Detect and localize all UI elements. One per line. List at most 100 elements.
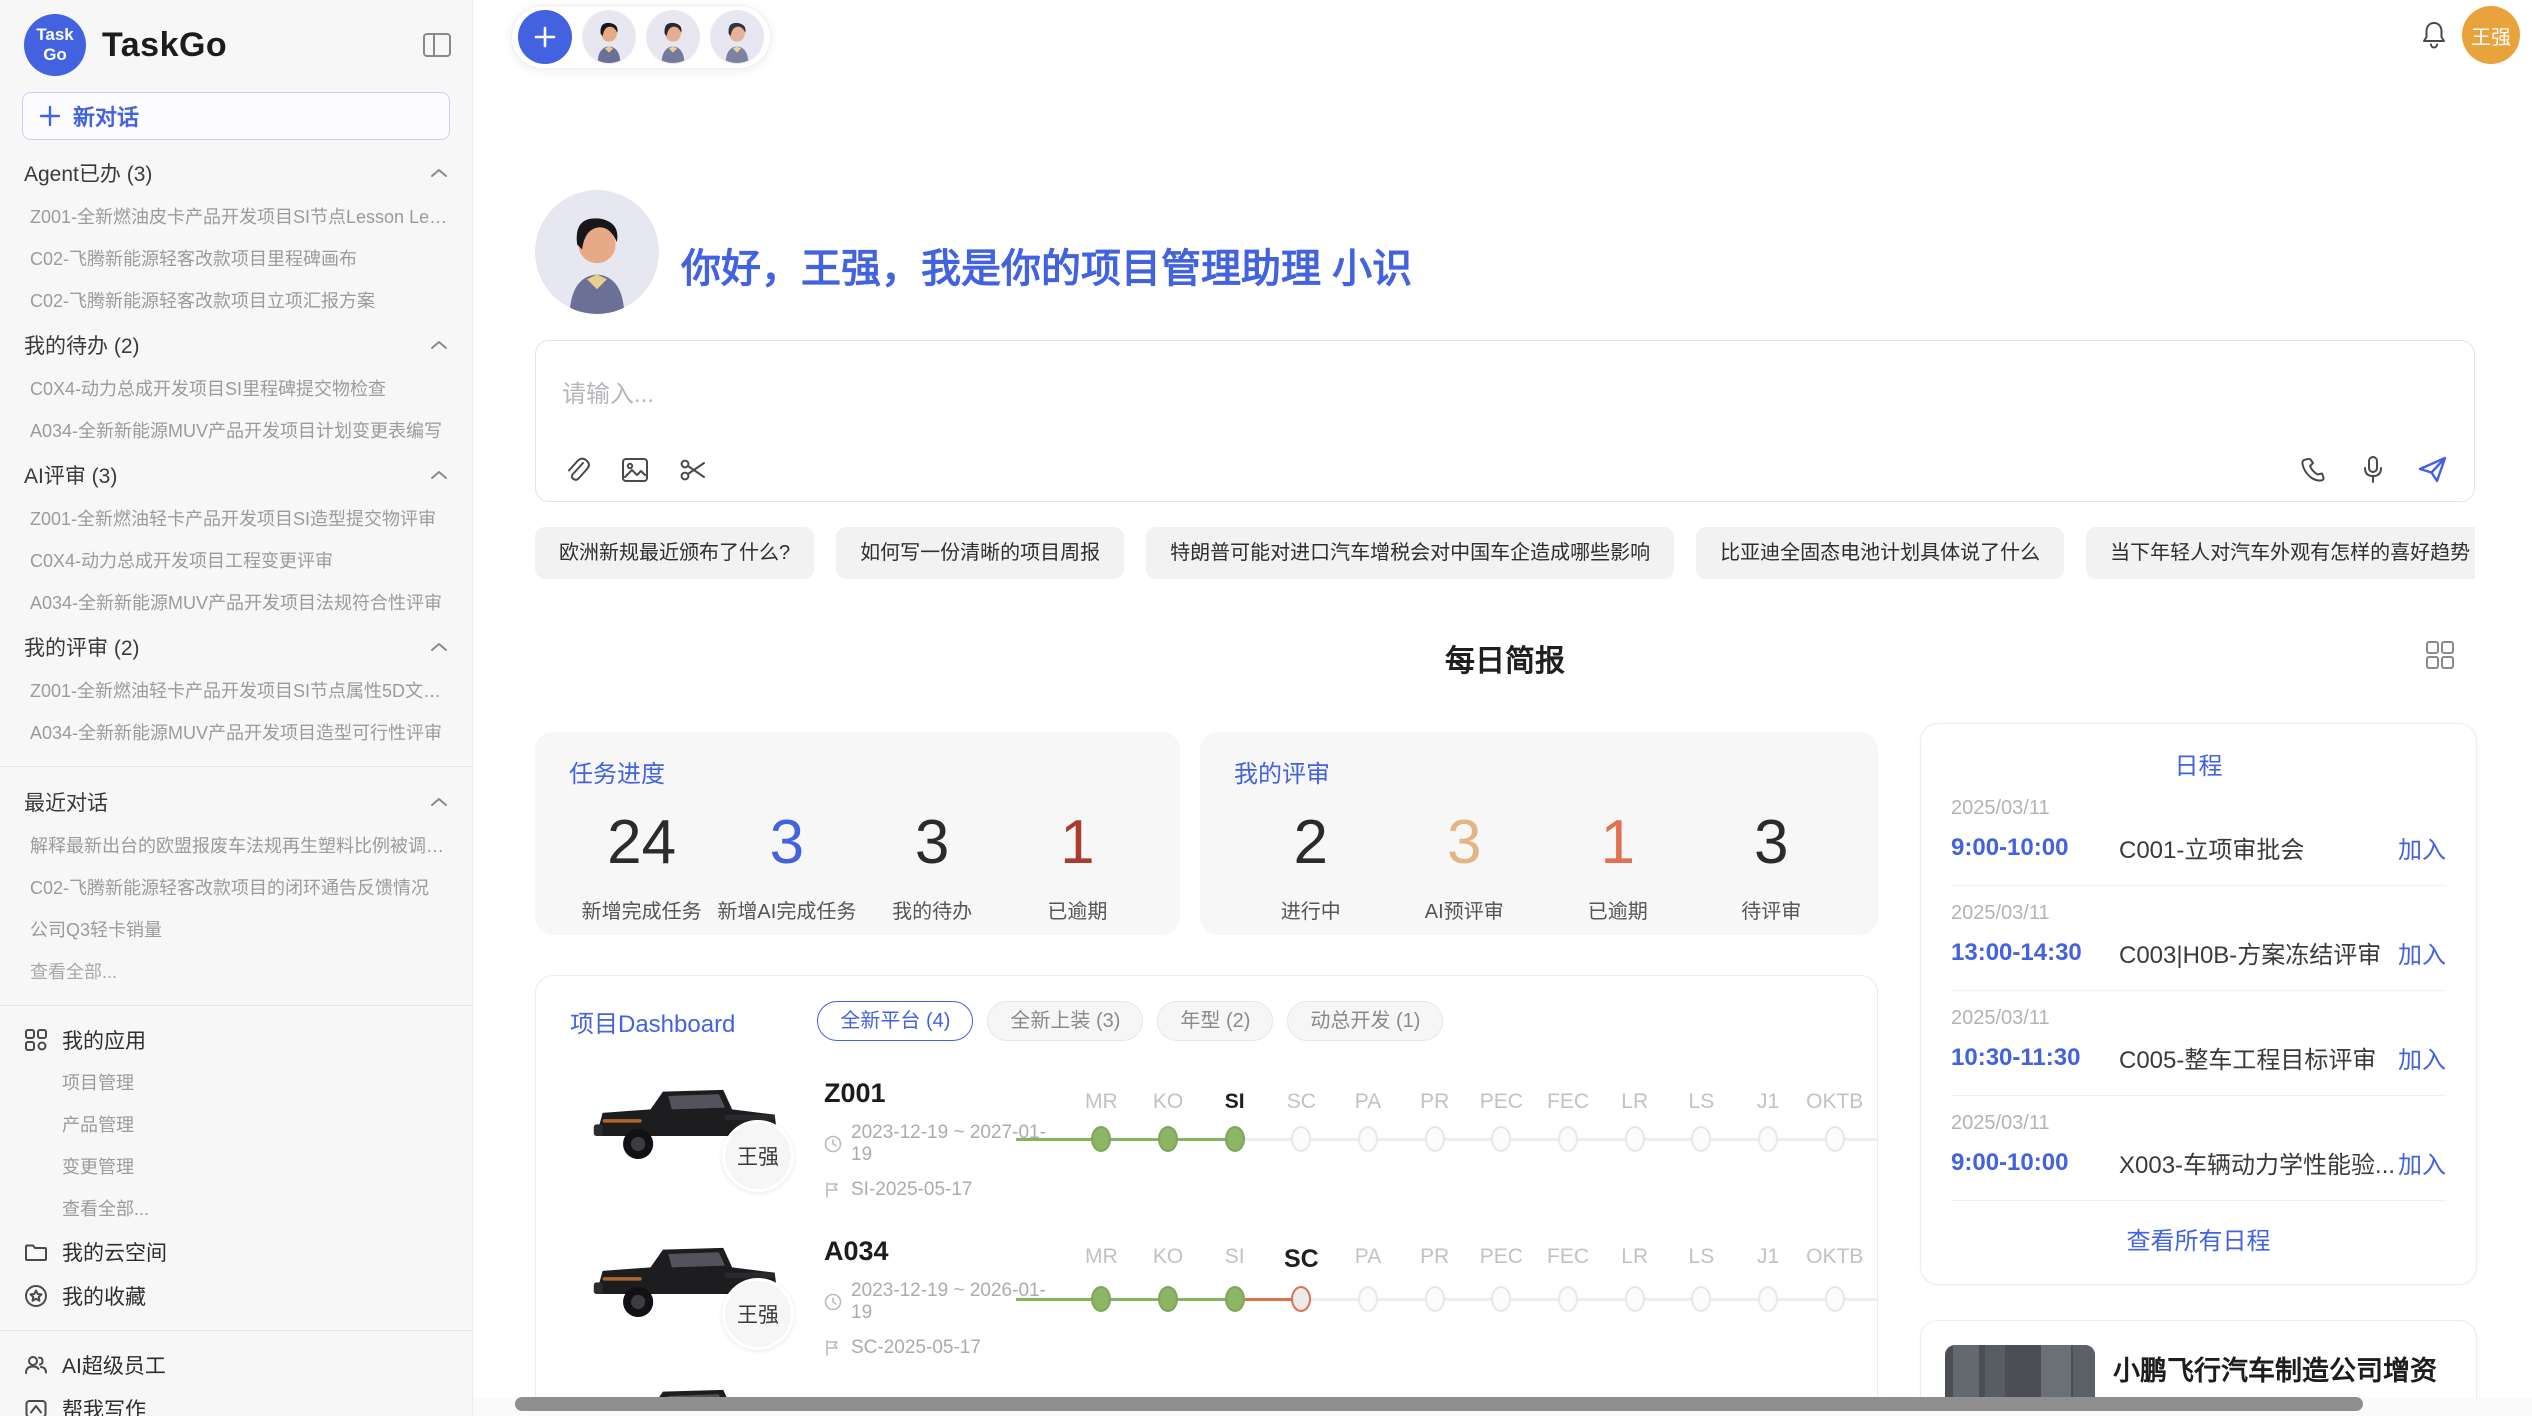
session-avatar-2[interactable]: [646, 10, 700, 64]
help-write-label: 帮我写作: [62, 1394, 146, 1416]
tab-new-body[interactable]: 全新上装 (3): [987, 1001, 1143, 1041]
sidebar-item[interactable]: Z001-全新燃油皮卡产品开发项目SI节点Lesson Learn报告: [0, 196, 472, 238]
section-title: Agent已办 (3): [24, 158, 152, 188]
sidebar-item[interactable]: A034-全新新能源MUV产品开发项目法规符合性评审: [0, 582, 472, 624]
stat-value: 3: [1388, 797, 1542, 889]
schedule-event: 2025/03/11 9:00-10:00 C001-立项审批会 加入: [1951, 781, 2446, 886]
sidebar-item[interactable]: C0X4-动力总成开发项目SI里程碑提交物检查: [0, 368, 472, 410]
session-avatar-3[interactable]: [710, 10, 764, 64]
horizontal-scrollbar[interactable]: [515, 1397, 2363, 1411]
phone-call-icon[interactable]: [2298, 455, 2328, 485]
event-time: 13:00-14:30: [1951, 939, 2119, 967]
sidebar-item[interactable]: A034-全新新能源MUV产品开发项目计划变更表编写: [0, 410, 472, 452]
sidebar-item-change-mgmt[interactable]: 变更管理: [0, 1146, 472, 1188]
sidebar-item-favorites[interactable]: 我的收藏: [0, 1274, 472, 1318]
milestone-dot: [1091, 1286, 1111, 1312]
news-title: 小鹏飞行汽车制造公司增资: [2113, 1349, 2452, 1388]
sidebar-item[interactable]: C02-飞腾新能源轻客改款项目立项汇报方案: [0, 280, 472, 322]
section-title: 我的待办 (2): [24, 330, 140, 360]
my-review-card: 我的评审 2 进行中 3 AI预评审 1 已逾期 3: [1200, 732, 1878, 935]
sidebar-item-project-mgmt[interactable]: 项目管理: [0, 1062, 472, 1104]
milestone-dot: [1558, 1126, 1578, 1152]
logo-line-1: Task: [36, 25, 74, 45]
section-ai-review[interactable]: AI评审 (3): [0, 452, 472, 498]
taskgo-app: Task Go TaskGo 新对话 Agent已办 (3) Z001-全新燃油…: [0, 0, 2532, 1416]
milestone-label: LR: [1621, 1245, 1648, 1268]
write-icon: [24, 1397, 48, 1416]
milestone-label: LS: [1689, 1090, 1715, 1113]
suggestion-chip[interactable]: 当下年轻人对汽车外观有怎样的喜好趋势: [2086, 527, 2475, 579]
tab-new-platform[interactable]: 全新平台 (4): [817, 1001, 973, 1041]
sidebar-item[interactable]: A034-全新新能源MUV产品开发项目造型可行性评审: [0, 712, 472, 754]
stat-label: 已逾期: [1005, 895, 1150, 924]
owner-name: 王强: [737, 1299, 779, 1329]
project-thumbnail: 王强: [582, 1200, 810, 1358]
join-button[interactable]: 加入: [2398, 1040, 2446, 1075]
sidebar-item-ai-staff[interactable]: AI超级员工: [0, 1343, 472, 1387]
sidebar-item[interactable]: Z001-全新燃油轻卡产品开发项目SI节点属性5D文件评审: [0, 670, 472, 712]
milestone-label: FEC: [1547, 1090, 1589, 1113]
paperclip-icon[interactable]: [562, 455, 592, 485]
recent-chat-item[interactable]: 解释最新出台的欧盟报废车法规再生塑料比例被调至15%...: [0, 825, 472, 867]
people-icon: [24, 1353, 48, 1377]
clock-icon: [824, 1293, 842, 1311]
sidebar-item[interactable]: C0X4-动力总成开发项目工程变更评审: [0, 540, 472, 582]
image-icon[interactable]: [620, 455, 650, 485]
new-chat-button[interactable]: 新对话: [22, 92, 450, 140]
section-recent-chats[interactable]: 最近对话: [0, 779, 472, 825]
sidebar-collapse-icon[interactable]: [422, 30, 452, 60]
suggestion-chip[interactable]: 如何写一份清晰的项目周报: [836, 527, 1124, 579]
logo-row: Task Go TaskGo: [0, 12, 472, 78]
section-my-review[interactable]: 我的评审 (2): [0, 624, 472, 670]
milestone-dot: [1691, 1286, 1711, 1312]
sidebar-item[interactable]: Z001-全新燃油轻卡产品开发项目SI造型提交物评审: [0, 498, 472, 540]
project-row-a034[interactable]: 王强 A034 2023-12-19 ~ 2026-01-19 SC-2025-…: [536, 1200, 1877, 1358]
tab-year-model[interactable]: 年型 (2): [1157, 1001, 1273, 1041]
section-title: 我的评审 (2): [24, 632, 140, 662]
recent-chat-item[interactable]: 公司Q3轻卡销量: [0, 909, 472, 951]
section-my-todo[interactable]: 我的待办 (2): [0, 322, 472, 368]
stat-my-todo: 3 我的待办: [860, 797, 1005, 924]
layout-grid-icon[interactable]: [2425, 640, 2455, 670]
session-avatar-1[interactable]: [582, 10, 636, 64]
apps-view-all[interactable]: 查看全部...: [0, 1188, 472, 1230]
microphone-icon[interactable]: [2358, 455, 2388, 485]
stat-value: 1: [1541, 797, 1695, 889]
recent-view-all[interactable]: 查看全部...: [0, 951, 472, 993]
send-icon[interactable]: [2418, 455, 2448, 485]
join-button[interactable]: 加入: [2398, 1145, 2446, 1180]
milestone-dot: [1625, 1286, 1645, 1312]
suggestion-chip[interactable]: 特朗普可能对进口汽车增税会对中国车企造成哪些影响: [1146, 527, 1674, 579]
event-date: 2025/03/11: [1951, 797, 2446, 820]
chevron-up-icon: [430, 470, 448, 480]
tab-powertrain[interactable]: 动总开发 (1): [1287, 1001, 1443, 1041]
add-session-button[interactable]: [518, 10, 572, 64]
project-period: 2023-12-19 ~ 2027-01-19: [824, 1122, 1062, 1166]
view-all-schedule-link[interactable]: 查看所有日程: [1951, 1201, 2446, 1276]
input-send-tools: [2298, 455, 2448, 485]
schedule-card: 日程 2025/03/11 9:00-10:00 C001-立项审批会 加入 2…: [1920, 723, 2477, 1285]
schedule-event: 2025/03/11 10:30-11:30 C005-整车工程目标评审 加入: [1951, 991, 2446, 1096]
milestone-label: J1: [1757, 1245, 1779, 1268]
user-avatar[interactable]: 王强: [2462, 6, 2520, 64]
suggestion-chip[interactable]: 欧洲新规最近颁布了什么?: [535, 527, 814, 579]
milestone-dot: [1358, 1286, 1378, 1312]
join-button[interactable]: 加入: [2398, 935, 2446, 970]
sidebar-item-product-mgmt[interactable]: 产品管理: [0, 1104, 472, 1146]
milestone-dot: [1758, 1126, 1778, 1152]
chat-input[interactable]: [562, 367, 2162, 423]
dashboard-title: 项目Dashboard: [570, 1004, 735, 1039]
stat-label: 我的待办: [860, 895, 1005, 924]
project-row-z001[interactable]: 王强 Z001 2023-12-19 ~ 2027-01-19 SI-2025-…: [536, 1042, 1877, 1200]
sidebar-item-help-write[interactable]: 帮我写作: [0, 1387, 472, 1416]
recent-chat-item[interactable]: C02-飞腾新能源轻客改款项目的闭环通告反馈情况: [0, 867, 472, 909]
sidebar-item-my-apps[interactable]: 我的应用: [0, 1018, 472, 1062]
sidebar-item-cloud-space[interactable]: 我的云空间: [0, 1230, 472, 1274]
notification-bell-icon[interactable]: [2419, 20, 2449, 52]
sidebar-item[interactable]: C02-飞腾新能源轻客改款项目里程碑画布: [0, 238, 472, 280]
event-time: 9:00-10:00: [1951, 834, 2119, 862]
join-button[interactable]: 加入: [2398, 830, 2446, 865]
scissors-icon[interactable]: [678, 455, 708, 485]
section-agent-done[interactable]: Agent已办 (3): [0, 150, 472, 196]
suggestion-chip[interactable]: 比亚迪全固态电池计划具体说了什么: [1696, 527, 2064, 579]
